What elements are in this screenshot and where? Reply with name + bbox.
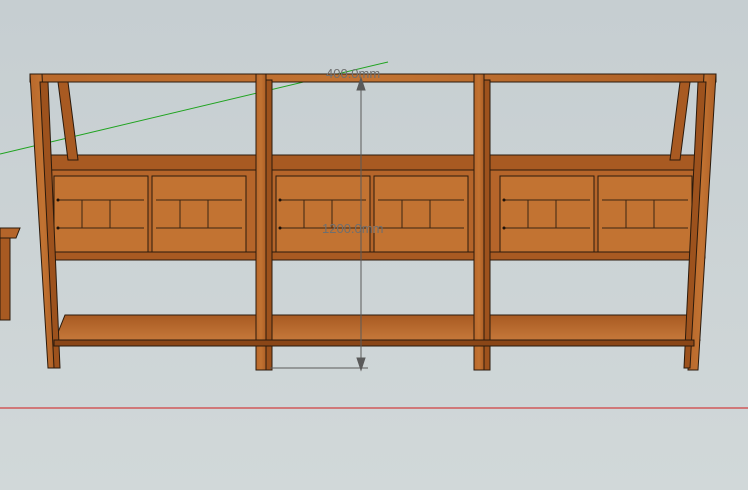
door-panel[interactable] (597, 175, 693, 253)
door-panel[interactable] (499, 175, 595, 253)
door-panel[interactable] (373, 175, 469, 253)
top-rail (29, 73, 717, 83)
post-mid-1 (255, 73, 267, 371)
model-scene[interactable] (0, 0, 748, 490)
back-leg-left (57, 81, 79, 161)
post-mid-2b (483, 79, 491, 371)
drawer-bottom-rail (45, 251, 702, 261)
bottom-shelf (54, 314, 701, 341)
post-mid-1b (265, 79, 273, 371)
middle-shelf (41, 154, 706, 171)
base-rail (53, 339, 695, 347)
bookshelf-cabinet-icon[interactable] (29, 73, 717, 371)
adjacent-object (0, 227, 21, 321)
door-panel[interactable] (151, 175, 247, 253)
post-mid-2 (473, 73, 485, 371)
door-panel[interactable] (275, 175, 371, 253)
back-leg-right (669, 81, 691, 161)
sketchup-viewport[interactable]: 400.0mm 1200.0mm (0, 0, 748, 490)
door-panel[interactable] (53, 175, 149, 253)
